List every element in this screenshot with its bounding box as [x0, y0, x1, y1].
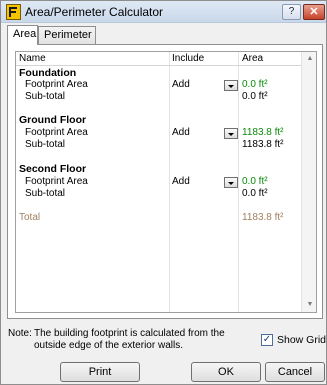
subtotal-value: 0.0 ft² [242, 188, 268, 199]
title-bar: Area/Perimeter Calculator ? ✕ [1, 1, 326, 23]
include-dropdown-arrow-icon[interactable] [224, 80, 238, 91]
include-select[interactable]: Add [172, 127, 190, 139]
section-title: Second Floor [19, 163, 87, 175]
close-button[interactable]: ✕ [303, 4, 325, 20]
tab-perimeter[interactable]: Perimeter [38, 26, 96, 44]
area-grid[interactable]: Name Include Area Foundation Footprint A… [15, 51, 317, 313]
print-button[interactable]: Print [60, 362, 140, 382]
section-title: Foundation [19, 67, 77, 79]
include-dropdown-arrow-icon[interactable] [224, 128, 238, 139]
include-dropdown-arrow-icon[interactable] [224, 177, 238, 188]
scroll-up-icon[interactable]: ▲ [302, 52, 316, 66]
table-row[interactable]: Footprint Area Add 0.0 ft² [16, 176, 301, 188]
checkbox-check-icon[interactable]: ✓ [261, 334, 273, 346]
section-title: Ground Floor [19, 114, 87, 126]
window-title: Area/Perimeter Calculator [25, 5, 164, 19]
include-select[interactable]: Add [172, 79, 190, 91]
note-label: Note: [8, 328, 32, 339]
column-header-name[interactable]: Name [19, 53, 46, 65]
area-perimeter-dialog: Area/Perimeter Calculator ? ✕ Area Perim… [0, 0, 327, 385]
help-button[interactable]: ? [282, 4, 301, 20]
row-name: Footprint Area [25, 127, 88, 138]
note-text: The building footprint is calculated fro… [34, 328, 225, 351]
table-row: Sub-total 0.0 ft² [16, 91, 301, 103]
area-value: 0.0 ft² [242, 79, 268, 90]
table-row: Sub-total 0.0 ft² [16, 188, 301, 200]
area-tab-panel: Name Include Area Foundation Footprint A… [7, 44, 323, 319]
scroll-down-icon[interactable]: ▼ [302, 298, 316, 312]
total-row: Total 1183.8 ft² [16, 212, 301, 224]
tab-strip: Area Perimeter [7, 25, 323, 45]
total-value: 1183.8 ft² [242, 212, 284, 223]
ok-button[interactable]: OK [191, 362, 261, 382]
row-name: Footprint Area [25, 176, 88, 187]
section-row-second-floor: Second Floor [16, 163, 301, 175]
show-grid-label[interactable]: Show Grid [277, 334, 326, 346]
table-row[interactable]: Footprint Area Add 1183.8 ft² [16, 127, 301, 139]
row-name: Sub-total [25, 188, 66, 199]
column-header-area[interactable]: Area [242, 53, 263, 65]
tab-area[interactable]: Area [7, 25, 38, 45]
app-icon [6, 4, 21, 20]
area-value: 0.0 ft² [242, 176, 268, 187]
section-row-foundation: Foundation [16, 67, 301, 79]
section-row-ground-floor: Ground Floor [16, 114, 301, 126]
column-header-include[interactable]: Include [172, 53, 204, 65]
table-row: Sub-total 1183.8 ft² [16, 139, 301, 151]
row-name: Sub-total [25, 91, 66, 102]
area-value: 1183.8 ft² [242, 127, 284, 138]
row-name: Sub-total [25, 139, 66, 150]
row-name: Footprint Area [25, 79, 88, 90]
subtotal-value: 1183.8 ft² [242, 139, 284, 150]
grid-header: Name Include Area [16, 52, 301, 66]
include-select[interactable]: Add [172, 176, 190, 188]
subtotal-value: 0.0 ft² [242, 91, 268, 102]
grid-scrollbar[interactable]: ▲ ▼ [301, 52, 316, 312]
table-row[interactable]: Footprint Area Add 0.0 ft² [16, 79, 301, 91]
cancel-button[interactable]: Cancel [265, 362, 325, 382]
total-label: Total [19, 212, 41, 223]
